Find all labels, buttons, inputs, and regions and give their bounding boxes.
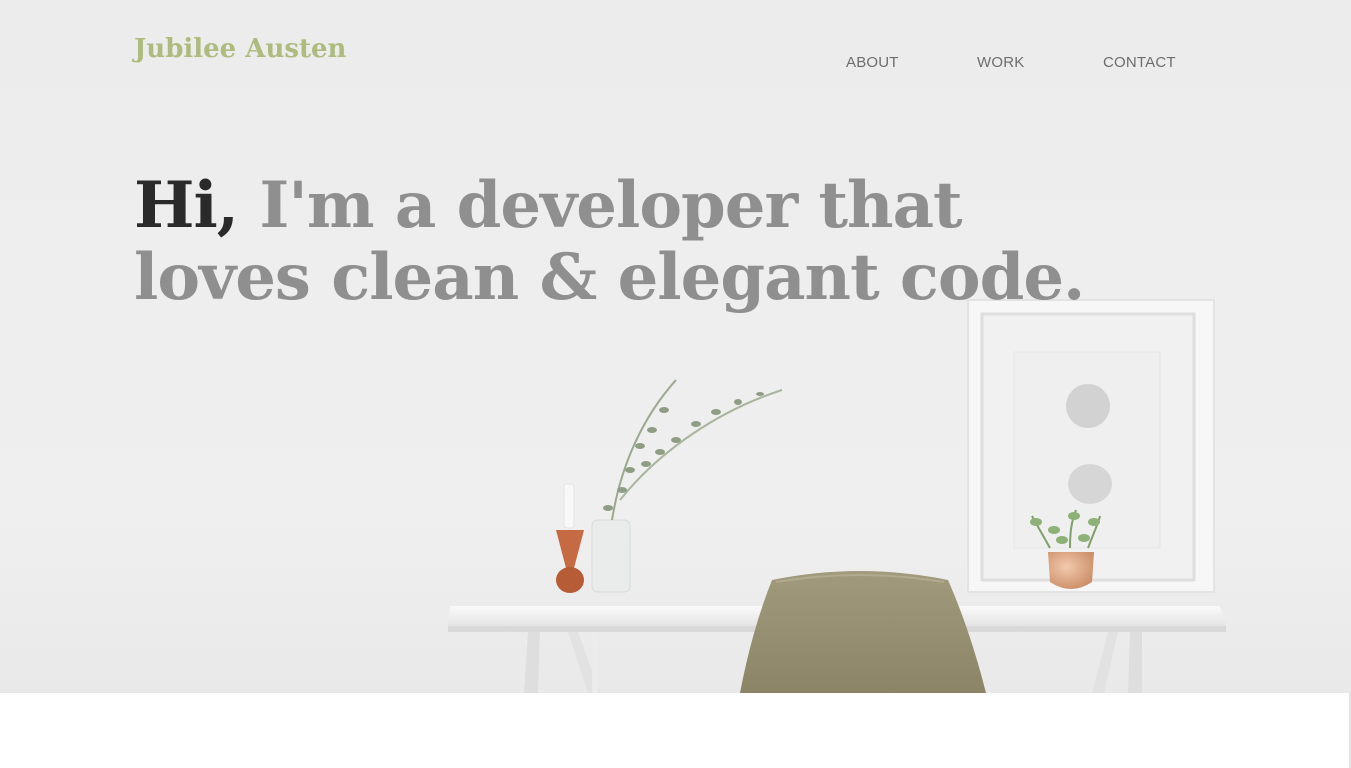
plant-vase [591, 379, 783, 593]
nav-item-work[interactable]: WORK [977, 54, 1024, 71]
chair [740, 571, 986, 693]
nav-item-contact[interactable]: CONTACT [1103, 54, 1176, 71]
page: Jubilee Austen ABOUT WORK CONTACT Hi, I'… [0, 0, 1351, 768]
hero-headline: Hi, I'm a developer that loves clean & e… [134, 170, 1094, 314]
candle-holder [556, 483, 584, 593]
hero-greeting: Hi, [134, 168, 239, 243]
brand-logo[interactable]: Jubilee Austen [134, 34, 346, 64]
hero-background-illustration [448, 299, 1226, 693]
frame-artwork [967, 299, 1215, 593]
hero-headline-text: I'm a developer that loves clean & elega… [134, 168, 1085, 315]
nav-item-about[interactable]: ABOUT [846, 54, 899, 71]
hero-section: Jubilee Austen ABOUT WORK CONTACT Hi, I'… [0, 0, 1351, 693]
